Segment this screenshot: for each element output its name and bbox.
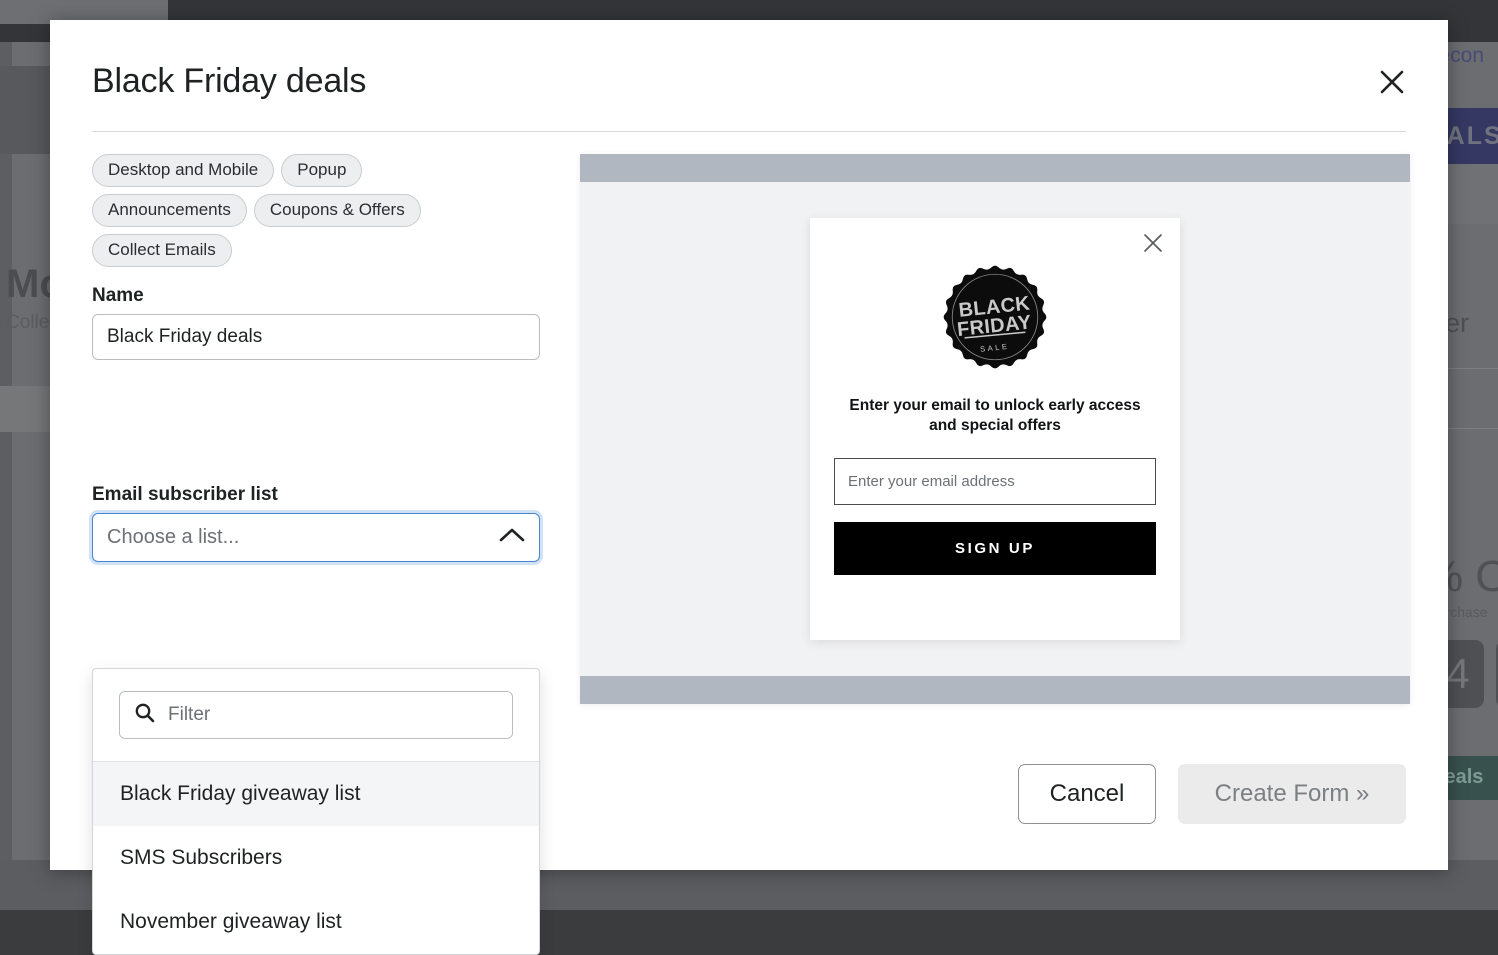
- form-spacer: [92, 360, 542, 484]
- dropdown-option[interactable]: Black Friday giveaway list: [93, 762, 539, 826]
- popup-signup-button[interactable]: SIGN UP: [834, 522, 1156, 575]
- close-icon[interactable]: [1372, 62, 1412, 102]
- create-form-button[interactable]: Create Form »: [1178, 764, 1406, 824]
- tag-list: Desktop and Mobile Popup Announcements C…: [92, 154, 492, 267]
- dropdown-option[interactable]: November giveaway list: [93, 890, 539, 954]
- preview-browser-bar-bottom: [580, 676, 1410, 704]
- close-icon[interactable]: [1140, 230, 1166, 256]
- tag-chip[interactable]: Desktop and Mobile: [92, 154, 274, 187]
- email-list-selected-text: Choose a list...: [107, 526, 239, 549]
- background-page-subtitle: Colle: [6, 312, 49, 334]
- popup-preview-card: BLACK FRIDAY SALE Enter your email to un…: [810, 218, 1180, 640]
- email-list-select[interactable]: Choose a list...: [92, 513, 540, 562]
- tag-chip[interactable]: Collect Emails: [92, 234, 232, 267]
- name-field-label: Name: [92, 285, 542, 307]
- page-title: Black Friday deals: [92, 62, 1406, 101]
- dropdown-option[interactable]: SMS Subscribers: [93, 826, 539, 890]
- name-input[interactable]: [92, 314, 540, 360]
- black-friday-badge-icon: BLACK FRIDAY SALE: [938, 260, 1052, 374]
- email-list-select-wrapper: Choose a list...: [92, 513, 540, 562]
- preview-column: BLACK FRIDAY SALE Enter your email to un…: [580, 154, 1410, 704]
- popup-headline: Enter your email to unlock early access …: [834, 396, 1156, 436]
- modal-header: Black Friday deals: [50, 20, 1448, 101]
- modal-body: Desktop and Mobile Popup Announcements C…: [50, 132, 1448, 704]
- form-preview-frame: BLACK FRIDAY SALE Enter your email to un…: [580, 154, 1410, 704]
- filter-input[interactable]: [168, 704, 512, 726]
- tag-chip[interactable]: Popup: [281, 154, 362, 187]
- tag-chip[interactable]: Announcements: [92, 194, 247, 227]
- modal-footer: Cancel Create Form »: [1018, 764, 1406, 824]
- popup-email-input[interactable]: [834, 458, 1156, 505]
- search-icon: [134, 702, 155, 728]
- chevron-up-icon: [499, 527, 525, 548]
- background-left-nav: [0, 42, 12, 910]
- dropdown-filter[interactable]: [119, 691, 513, 739]
- cancel-button[interactable]: Cancel: [1018, 764, 1156, 824]
- dropdown-filter-row: [93, 669, 539, 762]
- preview-browser-bar-top: [580, 154, 1410, 182]
- email-list-dropdown: Black Friday giveaway list SMS Subscribe…: [92, 668, 540, 955]
- form-column: Desktop and Mobile Popup Announcements C…: [92, 154, 542, 704]
- email-list-field-label: Email subscriber list: [92, 484, 542, 506]
- tag-chip[interactable]: Coupons & Offers: [254, 194, 421, 227]
